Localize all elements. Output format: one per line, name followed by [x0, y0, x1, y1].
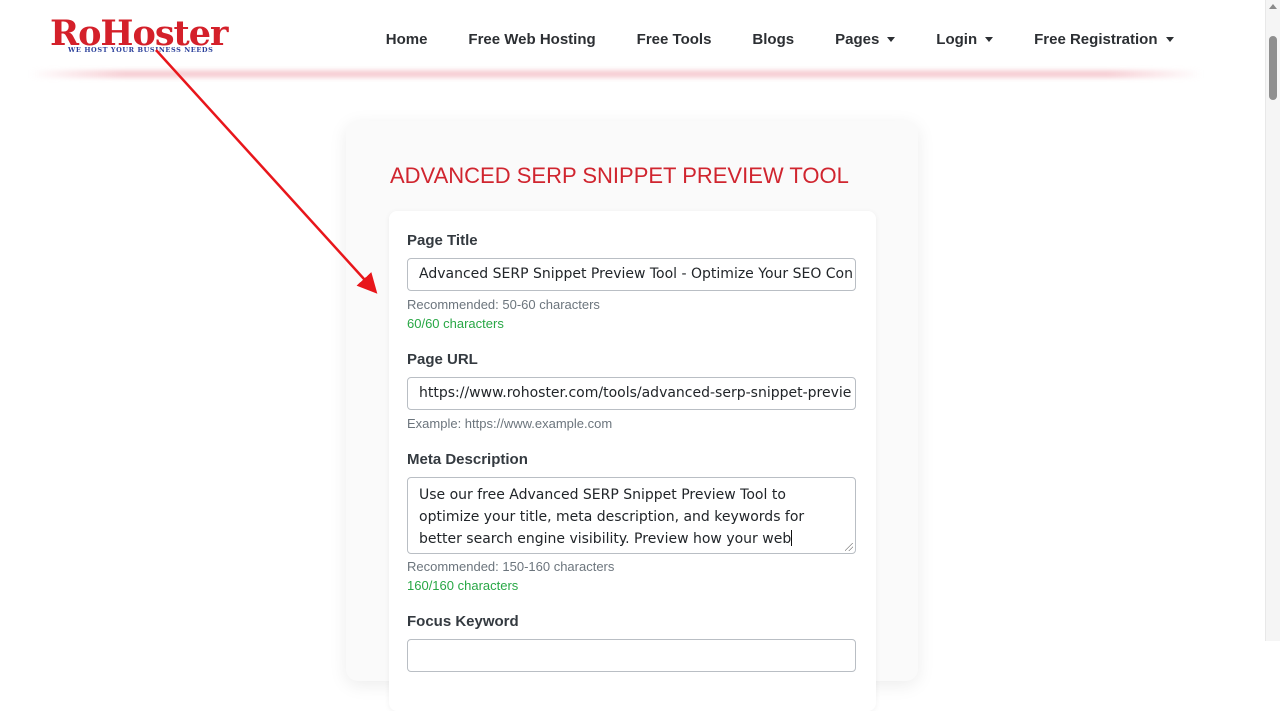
- page-title-help: Recommended: 50-60 characters: [407, 297, 600, 312]
- nav-login-dropdown[interactable]: Login: [916, 31, 1014, 48]
- caret-down-icon: [1165, 36, 1174, 42]
- nav-blogs-label: Blogs: [752, 30, 795, 48]
- page-url-help: Example: https://www.example.com: [407, 416, 613, 431]
- serp-form: Page Title Advanced SERP Snippet Preview…: [389, 211, 876, 711]
- nav-free-web-hosting-label: Free Web Hosting: [468, 30, 596, 48]
- nav-blogs[interactable]: Blogs: [732, 31, 815, 48]
- serp-tool-card: ADVANCED SERP SNIPPET PREVIEW TOOL Page …: [346, 121, 918, 711]
- nav-free-tools[interactable]: Free Tools: [616, 31, 732, 48]
- nav-free-registration-label: Free Registration: [1034, 30, 1158, 48]
- top-navbar: RoHoster WE HOST YOUR BUSINESS NEEDS Hom…: [0, 0, 1266, 72]
- tool-title: ADVANCED SERP SNIPPET PREVIEW TOOL: [390, 163, 849, 188]
- meta-description-char-count: 160/160 characters: [407, 578, 519, 593]
- resize-handle-icon[interactable]: [845, 543, 853, 551]
- page-scrollbar[interactable]: [1265, 0, 1280, 641]
- meta-description-textarea[interactable]: Use our free Advanced SERP Snippet Previ…: [407, 477, 856, 554]
- meta-description-help: Recommended: 150-160 characters: [407, 559, 615, 574]
- scrollbar-thumb[interactable]: [1269, 36, 1277, 100]
- caret-down-icon: [887, 36, 896, 42]
- nav-free-web-hosting[interactable]: Free Web Hosting: [448, 31, 616, 48]
- arrow-line: [155, 49, 378, 294]
- page-title-char-count: 60/60 characters: [407, 316, 504, 331]
- main-nav: Home Free Web Hosting Free Tools Blogs P…: [365, 24, 1194, 54]
- page-title-input[interactable]: Advanced SERP Snippet Preview Tool - Opt…: [407, 258, 856, 291]
- text-cursor: [791, 530, 793, 546]
- navbar-shadow-divider: [30, 70, 1202, 78]
- nav-free-tools-label: Free Tools: [636, 30, 712, 48]
- meta-description-label: Meta Description: [407, 451, 528, 468]
- nav-pages-dropdown[interactable]: Pages: [815, 31, 916, 48]
- focus-keyword-label: Focus Keyword: [407, 613, 519, 630]
- page-url-input[interactable]: https://www.rohoster.com/tools/advanced-…: [407, 377, 856, 410]
- nav-login-label: Login: [936, 30, 978, 48]
- focus-keyword-input[interactable]: [407, 639, 856, 672]
- page-url-label: Page URL: [407, 351, 478, 368]
- page-title-label: Page Title: [407, 232, 478, 249]
- nav-home[interactable]: Home: [365, 31, 448, 48]
- caret-down-icon: [985, 36, 994, 42]
- logo-tagline: WE HOST YOUR BUSINESS NEEDS: [68, 46, 214, 54]
- nav-home-label: Home: [385, 30, 428, 48]
- nav-pages-label: Pages: [835, 30, 880, 48]
- nav-free-registration-dropdown[interactable]: Free Registration: [1014, 31, 1194, 48]
- meta-description-text: Use our free Advanced SERP Snippet Previ…: [419, 487, 805, 547]
- rohoster-logo[interactable]: RoHoster WE HOST YOUR BUSINESS NEEDS: [50, 14, 230, 56]
- scroll-up-icon[interactable]: [1266, 0, 1280, 14]
